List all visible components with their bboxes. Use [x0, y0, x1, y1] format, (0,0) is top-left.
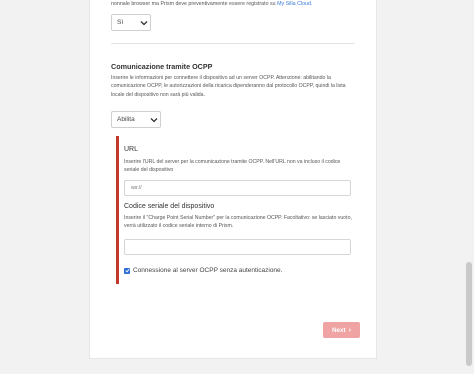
chevron-right-icon: ›	[348, 326, 351, 334]
chevron-down-icon	[138, 15, 150, 30]
registration-note-text: nonnale browser ma Prism deve preventiva…	[111, 1, 276, 7]
url-title: URL	[124, 146, 139, 153]
serial-title: Codice seriale del dispositivo	[124, 203, 215, 210]
ocpp-section-title: Comunicazione tramite OCPP	[111, 62, 213, 71]
my-silla-cloud-link[interactable]: My Silla Cloud.	[277, 1, 312, 7]
next-button-label: Next	[332, 326, 346, 334]
scrollbar-thumb[interactable]	[466, 262, 472, 366]
url-description: Inserire l'URL del server per la comunic…	[124, 159, 341, 174]
serial-input[interactable]	[124, 239, 351, 255]
no-auth-checkbox[interactable]	[124, 267, 130, 274]
browser-select-value: Sì	[117, 19, 124, 26]
ocpp-description: Inserire le informazioni per connettere …	[111, 75, 346, 98]
ocpp-subsection-bar	[116, 136, 119, 284]
registration-note: nonnale browser ma Prism deve preventiva…	[111, 0, 312, 8]
section-divider	[111, 43, 355, 44]
no-auth-option[interactable]: Connessione al server OCPP senza autenti…	[124, 267, 282, 274]
settings-card: nonnale browser ma Prism deve preventiva…	[89, 0, 377, 359]
checkmark-icon	[124, 268, 130, 273]
browser-select[interactable]: Sì	[111, 14, 151, 31]
chevron-down-icon	[148, 112, 160, 127]
ocpp-enable-select-value: Abilita	[117, 116, 135, 123]
no-auth-label: Connessione al server OCPP senza autenti…	[133, 267, 283, 274]
url-input[interactable]	[124, 180, 351, 196]
serial-description: Inserire il "Charge Point Serial Number"…	[124, 215, 352, 230]
next-button[interactable]: Next ›	[323, 322, 360, 338]
ocpp-enable-select[interactable]: Abilita	[111, 111, 161, 128]
